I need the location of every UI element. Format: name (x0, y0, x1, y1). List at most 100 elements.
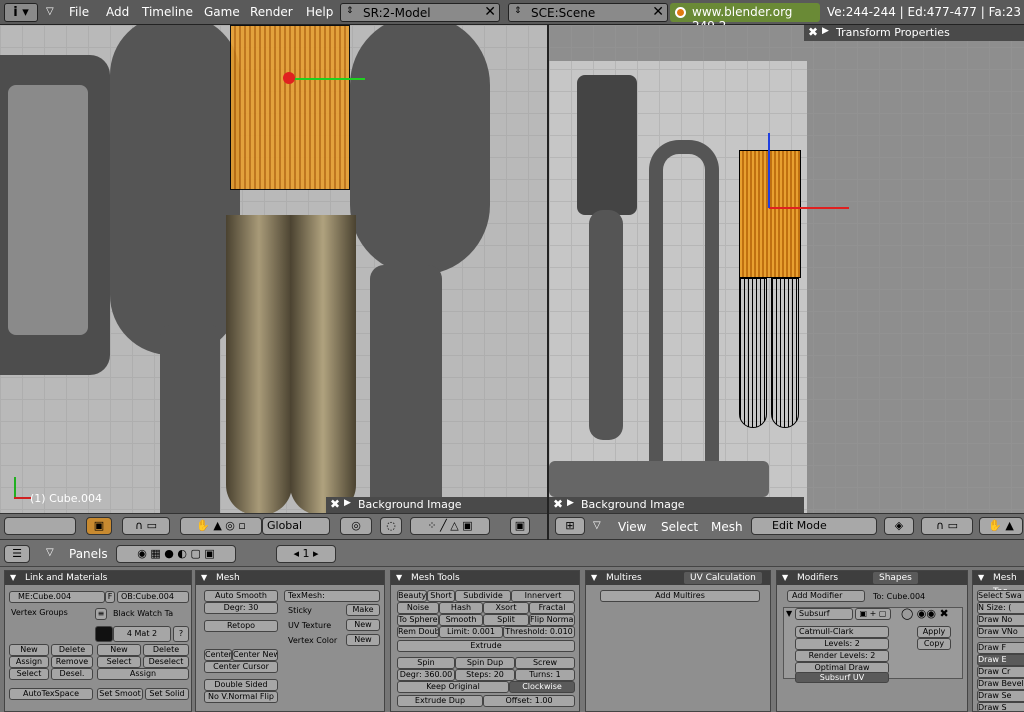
extrude-button[interactable]: Extrude (397, 640, 575, 652)
auto-smooth-toggle[interactable]: Auto Smooth (204, 590, 278, 602)
add-multires-button[interactable]: Add Multires (600, 590, 760, 602)
fractal-button[interactable]: Fractal (529, 602, 575, 614)
subsurf-uv-toggle[interactable]: Subsurf UV (795, 672, 889, 683)
pivot-icon[interactable]: ◎ (340, 517, 372, 535)
vgroup-remove-button[interactable]: Remove (51, 656, 93, 668)
menu-timeline[interactable]: Timeline (142, 5, 193, 19)
render-icon[interactable]: ▣ (510, 517, 530, 535)
spin-dup-button[interactable]: Spin Dup (455, 657, 515, 669)
levels-field[interactable]: Levels: 2 (795, 638, 889, 650)
xsort-button[interactable]: Xsort (483, 602, 529, 614)
innervert-button[interactable]: Innervert (511, 590, 575, 602)
no-vnormal-flip-toggle[interactable]: No V.Normal Flip (204, 691, 278, 703)
beauty-toggle[interactable]: Beauty (397, 590, 427, 602)
sticky-make-button[interactable]: Make (346, 604, 380, 616)
select-swap-button[interactable]: Select Swa (977, 590, 1024, 602)
close-icon[interactable]: ✖ (553, 497, 563, 511)
uv-calculation-tab[interactable]: UV Calculation (684, 572, 762, 584)
split-button[interactable]: Split (483, 614, 529, 626)
noise-button[interactable]: Noise (397, 602, 439, 614)
short-toggle[interactable]: Short (427, 590, 455, 602)
shading-icon[interactable]: ◈ (884, 517, 914, 535)
draw-creases-toggle[interactable]: Draw Cr (977, 666, 1024, 678)
copy-button[interactable]: Copy (917, 638, 951, 650)
left-3d-viewport[interactable]: (1) Cube.004 ✖ ▶ Background Image (0, 25, 547, 513)
rem-doubles-button[interactable]: Rem Doubl (397, 626, 439, 638)
normal-size-field[interactable]: N Size: ( (977, 602, 1024, 614)
triangle-right-icon[interactable]: ▶ (567, 498, 574, 508)
close-icon[interactable]: ✖ (330, 497, 340, 511)
draw-bevel-toggle[interactable]: Draw Bevel (977, 678, 1024, 690)
menu-file[interactable]: File (69, 5, 89, 19)
modifiers-tab[interactable]: Modifiers (797, 573, 838, 583)
menu-mesh[interactable]: Mesh (711, 520, 743, 534)
material-select-button[interactable]: Select (97, 656, 141, 668)
bg-image-panel-header-right[interactable]: ✖ ▶ Background Image (549, 497, 804, 513)
menu-game[interactable]: Game (204, 5, 240, 19)
render-levels-field[interactable]: Render Levels: 2 (795, 650, 889, 662)
screen-selector[interactable]: ⇕ SR:2-Model ✕ (340, 3, 500, 22)
screw-button[interactable]: Screw (515, 657, 575, 669)
collapse-arrow-icon[interactable]: ▽ (46, 6, 54, 17)
info-icon[interactable]: i ▾ (4, 3, 38, 22)
material-help-button[interactable]: ? (173, 626, 189, 642)
panels-label[interactable]: Panels (69, 547, 108, 561)
subdivide-button[interactable]: Subdivide (455, 590, 511, 602)
material-assign-button[interactable]: Assign (97, 668, 189, 680)
panel-header[interactable]: ▼ Modifiers Shapes (777, 571, 967, 585)
extrude-dup-button[interactable]: Extrude Dup (397, 695, 483, 707)
menu-help[interactable]: Help (306, 5, 333, 19)
set-smooth-button[interactable]: Set Smoot (97, 688, 143, 700)
turns-field[interactable]: Turns: 1 (515, 669, 575, 681)
draw-normals-toggle[interactable]: Draw No (977, 614, 1024, 626)
smooth-button[interactable]: Smooth (439, 614, 483, 626)
vgroup-new-button[interactable]: New (9, 644, 49, 656)
panel-header[interactable]: ▼Mesh Too (973, 571, 1024, 597)
page-number[interactable]: ◂ 1 ▸ (276, 545, 336, 563)
center-cursor-button[interactable]: Center Cursor (204, 661, 278, 673)
double-sided-toggle[interactable]: Double Sided (204, 679, 278, 691)
multires-tab[interactable]: Multires (606, 573, 642, 583)
spin-button[interactable]: Spin (397, 657, 455, 669)
vcol-new-button[interactable]: New (346, 634, 380, 646)
collapse-icon[interactable]: ▽ (593, 520, 601, 531)
orientation-select[interactable]: Global (262, 517, 330, 535)
retopo-toggle[interactable]: Retopo (204, 620, 278, 632)
keep-original-toggle[interactable]: Keep Original (397, 681, 509, 693)
center-button[interactable]: Center (204, 649, 232, 661)
mesh-name-field[interactable]: ME:Cube.004 (9, 591, 105, 603)
apply-button[interactable]: Apply (917, 626, 951, 638)
material-deselect-button[interactable]: Deselect (143, 656, 189, 668)
material-new-button[interactable]: New (97, 644, 141, 656)
to-sphere-button[interactable]: To Sphere (397, 614, 439, 626)
material-index[interactable]: 4 Mat 2 (113, 626, 171, 642)
vgroup-select-button[interactable]: Select (9, 668, 49, 680)
draw-sharp-toggle[interactable]: Draw S (977, 702, 1024, 712)
texmesh-field[interactable]: TexMesh: (284, 590, 380, 602)
editor-type-icon[interactable]: ⊞ (555, 517, 585, 535)
clockwise-toggle[interactable]: Clockwise (509, 681, 575, 693)
menu-select[interactable]: Select (661, 520, 698, 534)
scene-selector[interactable]: ⇕ SCE:Scene ✕ (508, 3, 668, 22)
viewport-selector[interactable] (4, 517, 76, 535)
layer-icon[interactable]: ◌ (380, 517, 402, 535)
close-icon[interactable]: ✖ (808, 25, 818, 39)
center-new-button[interactable]: Center New (232, 649, 278, 661)
draw-edges-toggle[interactable]: Draw E (977, 654, 1024, 666)
set-solid-button[interactable]: Set Solid (145, 688, 189, 700)
uv-new-button[interactable]: New (346, 619, 380, 631)
modifier-move-icons[interactable]: ◯ ◉◉ ✖ (901, 607, 949, 620)
select-mode-icons[interactable]: ⁘ ╱ △ ▣ (410, 517, 490, 535)
collapse-icon[interactable]: ▽ (46, 547, 54, 558)
modifier-display-toggles[interactable]: ▣ + ▢ (855, 608, 891, 620)
transform-properties-header[interactable]: ✖ ▶ Transform Properties (804, 25, 1024, 41)
manipulator-icons[interactable]: ✋ ▲ ◎ ▫ (180, 517, 262, 535)
draw-faces-toggle[interactable]: Draw F (977, 642, 1024, 654)
panel-header[interactable]: ▼ Link and Materials (5, 571, 191, 585)
vgroup-delete-button[interactable]: Delete (51, 644, 93, 656)
threshold-field[interactable]: Threshold: 0.010 (503, 626, 575, 638)
context-icons[interactable]: ◉ ▦ ● ◐ ▢ ▣ (116, 545, 236, 563)
hash-button[interactable]: Hash (439, 602, 483, 614)
bg-image-panel-header[interactable]: ✖ ▶ Background Image (326, 497, 547, 513)
close-icon[interactable]: ✕ (484, 4, 496, 20)
